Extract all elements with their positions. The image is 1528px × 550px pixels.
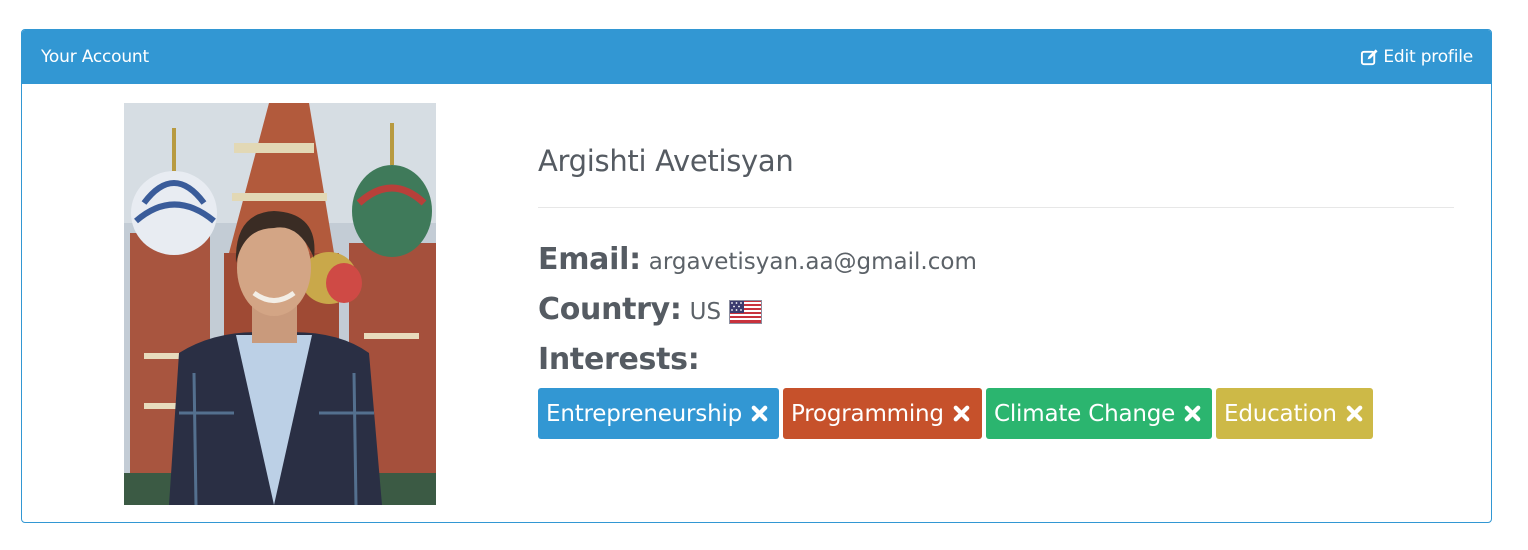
close-icon[interactable] [750,404,769,423]
profile-photo [124,103,436,505]
country-label: Country: [538,292,682,327]
interest-tag-entrepreneurship: Entrepreneurship [538,388,779,439]
edit-profile-label: Edit profile [1383,47,1473,67]
interest-tags: Entrepreneurship Programming Climate Cha… [538,388,1373,439]
us-flag-icon [729,299,763,324]
divider [538,207,1454,208]
interest-tag-programming: Programming [783,388,982,439]
interest-tag-climate-change: Climate Change [986,388,1212,439]
interest-tag-label: Climate Change [994,400,1176,427]
interests-label: Interests: [538,342,700,377]
panel-title: Your Account [41,47,149,67]
country-row: Country: US [538,292,763,327]
close-icon[interactable] [1345,404,1364,423]
email-value: argavetisyan.aa@gmail.com [648,249,977,275]
close-icon[interactable] [952,404,971,423]
country-value: US [689,299,722,325]
account-panel: Your Account Edit profile Argishti Aveti… [21,29,1492,523]
panel-header: Your Account Edit profile [22,30,1491,84]
edit-profile-link[interactable]: Edit profile [1360,47,1473,67]
close-icon[interactable] [1183,404,1202,423]
interest-tag-education: Education [1216,388,1373,439]
interests-row: Interests: [538,342,700,377]
edit-icon [1361,48,1378,65]
profile-name: Argishti Avetisyan [538,144,794,178]
interest-tag-label: Entrepreneurship [546,400,743,427]
interest-tag-label: Education [1224,400,1337,427]
interest-tag-label: Programming [791,400,944,427]
email-row: Email: argavetisyan.aa@gmail.com [538,242,977,277]
email-label: Email: [538,242,641,277]
